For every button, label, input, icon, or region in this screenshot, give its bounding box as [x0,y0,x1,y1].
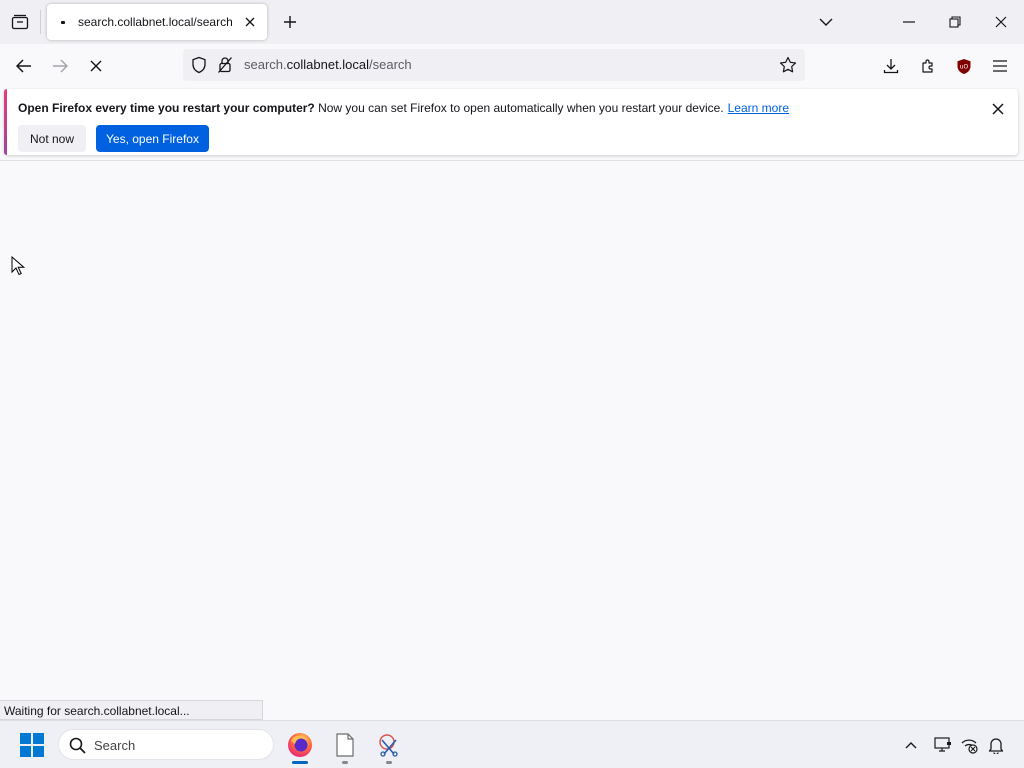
notification-heading: Open Firefox every time you restart your… [18,101,315,115]
snipping-tool-icon [379,734,398,757]
taskbar-firefox[interactable] [284,729,316,764]
monitor-icon [934,737,951,752]
new-tab-button[interactable] [280,12,300,32]
loading-dot-icon [61,21,65,24]
hamburger-menu-icon [993,60,1007,72]
notification-accent [4,89,7,155]
bookmark-star-icon[interactable] [779,56,797,74]
notification-close-button[interactable] [988,99,1008,119]
notification-message: Open Firefox every time you restart your… [18,101,789,115]
close-icon [245,17,255,27]
close-icon [995,16,1007,28]
status-panel: Waiting for search.collabnet.local... [0,700,263,720]
back-button[interactable] [10,52,38,80]
windows-logo-icon [20,733,44,757]
chevron-up-icon [905,742,917,749]
download-icon [883,59,899,74]
minimize-button[interactable] [886,0,932,44]
page-content[interactable] [0,161,1024,719]
taskbar-file[interactable] [329,729,361,764]
minimize-icon [903,21,915,23]
stop-icon [90,60,102,72]
url-host: collabnet.local [286,57,370,72]
app-menu-button[interactable] [986,52,1014,80]
active-app-indicator [292,761,308,764]
page-info-icon[interactable] [217,56,233,74]
not-now-button[interactable]: Not now [18,125,86,152]
url-text[interactable]: search.collabnet.local/search [244,57,412,72]
extensions-button[interactable] [914,52,942,80]
running-app-indicator [386,761,392,764]
learn-more-link[interactable]: Learn more [728,101,789,115]
firefox-view-icon [11,14,29,30]
taskbar: Search [0,720,1024,768]
url-prefix: search. [244,57,287,72]
yes-open-firefox-button[interactable]: Yes, open Firefox [96,125,209,152]
chevron-down-icon [819,18,833,26]
close-icon [992,103,1004,115]
tab-title: search.collabnet.local/search [78,15,233,29]
taskbar-search-placeholder: Search [94,738,136,753]
display-tray-button[interactable] [933,735,953,755]
tab-close-button[interactable] [241,13,259,31]
svg-text:uO: uO [960,63,969,70]
arrow-right-icon [53,59,68,73]
search-icon [69,737,86,754]
tab-active[interactable]: search.collabnet.local/search [47,4,267,40]
firefox-icon [288,733,312,757]
restore-icon [949,16,961,28]
network-disconnected-icon [961,739,978,754]
close-window-button[interactable] [978,0,1024,44]
bell-icon [988,738,1004,754]
notifications-button[interactable] [986,735,1006,755]
stop-button[interactable] [82,52,110,80]
taskbar-search-box[interactable]: Search [58,729,274,760]
address-bar[interactable]: search.collabnet.local/search [183,49,805,81]
file-icon [336,733,354,757]
shield-icon[interactable] [191,56,207,74]
navigation-toolbar: search.collabnet.local/search uO [0,44,1024,86]
forward-button[interactable] [46,52,74,80]
tab-strip: search.collabnet.local/search [0,0,1024,44]
tab-separator [40,10,41,34]
show-hidden-icons-button[interactable] [901,735,921,755]
restore-button[interactable] [932,0,978,44]
puzzle-icon [922,59,933,73]
mouse-cursor-icon [11,256,25,276]
ublock-shield-icon: uO [957,58,971,74]
network-tray-button[interactable] [959,735,979,755]
list-all-tabs-button[interactable] [816,12,836,32]
ublock-origin-button[interactable]: uO [950,52,978,80]
arrow-left-icon [16,59,31,73]
taskbar-snipping-tool[interactable] [373,729,405,764]
url-path: /search [369,57,412,72]
firefox-view-button[interactable] [8,10,32,34]
downloads-button[interactable] [877,52,905,80]
notification-text: Now you can set Firefox to open automati… [314,101,724,115]
default-browser-notification: Open Firefox every time you restart your… [4,89,1018,155]
start-button[interactable] [20,733,44,757]
running-app-indicator [342,761,348,764]
plus-icon [284,16,296,28]
